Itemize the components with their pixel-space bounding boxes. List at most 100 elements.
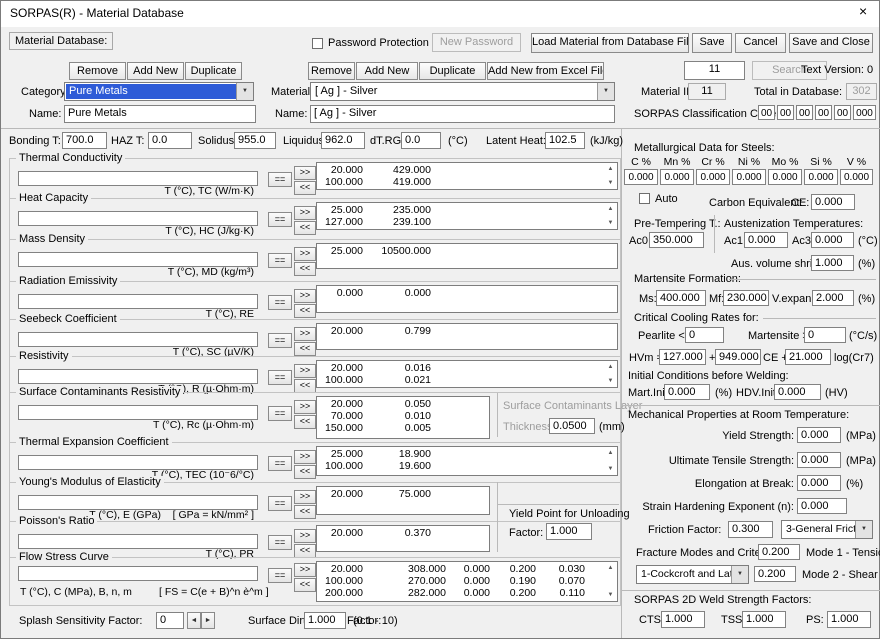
- scroll-up-icon[interactable]: ▲: [605, 164, 616, 174]
- property-list[interactable]: 20.0000.799: [316, 323, 618, 350]
- martensite-rate-input[interactable]: 0: [804, 327, 846, 343]
- close-icon[interactable]: ×: [859, 5, 867, 18]
- yield-strength-input[interactable]: 0.000: [797, 427, 841, 443]
- steel-element-input[interactable]: 0.000: [768, 169, 802, 185]
- cts-input[interactable]: 1.000: [661, 611, 705, 628]
- property-input[interactable]: [18, 566, 258, 581]
- haz-t-input[interactable]: 0.0: [148, 132, 192, 149]
- scroll-up-icon[interactable]: ▲: [605, 448, 616, 458]
- copy-back-button[interactable]: <<: [294, 415, 316, 429]
- equalize-button[interactable]: ==: [268, 496, 292, 511]
- cancel-button[interactable]: Cancel: [735, 33, 786, 53]
- hdv-init-input[interactable]: 0.000: [774, 384, 821, 400]
- property-input[interactable]: [18, 171, 258, 186]
- classification-code-input[interactable]: 00: [834, 105, 851, 120]
- property-list[interactable]: 25.00018.900100.00019.600▲▼: [316, 446, 618, 476]
- classification-code-input[interactable]: 000: [853, 105, 876, 120]
- dt-rg-input[interactable]: 0.0: [401, 132, 441, 149]
- classification-code-input[interactable]: 00: [777, 105, 794, 120]
- equalize-button[interactable]: ==: [268, 212, 292, 227]
- category-dropdown[interactable]: Pure Metals ▼: [64, 82, 254, 101]
- copy-forward-button[interactable]: >>: [294, 166, 316, 180]
- thickness-input[interactable]: 0.0500: [549, 418, 595, 434]
- shrink-input[interactable]: 1.000: [811, 255, 854, 271]
- steel-element-input[interactable]: 0.000: [660, 169, 694, 185]
- friction-mode-dropdown[interactable]: 3-General Friction Mode ▼: [781, 520, 873, 539]
- tss-input[interactable]: 1.000: [742, 611, 786, 628]
- material-id-search-input[interactable]: 11: [684, 61, 745, 80]
- property-list[interactable]: 20.000429.000100.000419.000▲▼: [316, 162, 618, 190]
- property-list[interactable]: 20.000308.0000.0000.2000.030100.000270.0…: [316, 561, 618, 602]
- hvm-c-input[interactable]: 21.000: [785, 349, 831, 365]
- load-material-button[interactable]: Load Material from Database File: [531, 33, 689, 53]
- copy-forward-button[interactable]: >>: [294, 327, 316, 341]
- property-input[interactable]: [18, 211, 258, 226]
- material-add-from-excel-button[interactable]: Add New from Excel File: [487, 62, 604, 80]
- solidus-input[interactable]: 955.0: [234, 132, 276, 149]
- scroll-down-icon[interactable]: ▼: [605, 590, 616, 600]
- scroll-down-icon[interactable]: ▼: [605, 464, 616, 474]
- copy-forward-button[interactable]: >>: [294, 289, 316, 303]
- chevron-down-icon[interactable]: ▼: [855, 521, 872, 538]
- equalize-button[interactable]: ==: [268, 535, 292, 550]
- equalize-button[interactable]: ==: [268, 406, 292, 421]
- property-list[interactable]: 0.0000.000: [316, 285, 618, 313]
- property-input[interactable]: [18, 495, 258, 510]
- copy-back-button[interactable]: <<: [294, 181, 316, 195]
- classification-code-input[interactable]: 00: [758, 105, 775, 120]
- copy-back-button[interactable]: <<: [294, 304, 316, 318]
- spin-right-icon[interactable]: ►: [201, 612, 215, 629]
- ac0-input[interactable]: 350.000: [649, 232, 704, 248]
- save-and-close-button[interactable]: Save and Close: [789, 33, 873, 53]
- mode2-input[interactable]: 0.200: [754, 566, 796, 582]
- property-input[interactable]: [18, 405, 258, 420]
- pearlite-input[interactable]: 0: [685, 327, 724, 343]
- chevron-down-icon[interactable]: ▼: [236, 83, 253, 100]
- material-duplicate-button[interactable]: Duplicate: [419, 62, 486, 80]
- category-name-input[interactable]: Pure Metals: [64, 105, 256, 123]
- spin-left-icon[interactable]: ◄: [187, 612, 201, 629]
- ac1-input[interactable]: 0.000: [744, 232, 788, 248]
- material-remove-button[interactable]: Remove: [308, 62, 355, 80]
- property-list[interactable]: 20.00075.000: [316, 486, 490, 515]
- copy-back-button[interactable]: <<: [294, 505, 316, 519]
- property-list[interactable]: 20.0000.370: [316, 525, 490, 552]
- copy-back-button[interactable]: <<: [294, 379, 316, 393]
- latent-heat-input[interactable]: 102.5: [545, 132, 585, 149]
- steel-element-input[interactable]: 0.000: [696, 169, 730, 185]
- copy-forward-button[interactable]: >>: [294, 529, 316, 543]
- auto-checkbox[interactable]: [639, 193, 650, 204]
- material-dropdown[interactable]: [ Ag ] - Silver ▼: [310, 82, 615, 101]
- vexpan-input[interactable]: 2.000: [812, 290, 854, 306]
- ms-input[interactable]: 400.000: [656, 290, 706, 306]
- splash-sensitivity-input[interactable]: 0: [156, 612, 184, 629]
- copy-back-button[interactable]: <<: [294, 221, 316, 235]
- property-input[interactable]: [18, 294, 258, 309]
- fracture-model-dropdown[interactable]: 1-Cockcroft and Lathan ▼: [636, 565, 749, 584]
- equalize-button[interactable]: ==: [268, 370, 292, 385]
- strain-exponent-input[interactable]: 0.000: [797, 498, 847, 514]
- liquidus-input[interactable]: 962.0: [321, 132, 365, 149]
- chevron-down-icon[interactable]: ▼: [731, 566, 748, 583]
- scroll-up-icon[interactable]: ▲: [605, 204, 616, 214]
- ps-input[interactable]: 1.000: [827, 611, 871, 628]
- property-input[interactable]: [18, 369, 258, 384]
- copy-back-button[interactable]: <<: [294, 262, 316, 276]
- steel-element-input[interactable]: 0.000: [840, 169, 873, 185]
- property-input[interactable]: [18, 534, 258, 549]
- mart-init-input[interactable]: 0.000: [664, 384, 710, 400]
- property-list[interactable]: 25.00010500.000: [316, 243, 618, 269]
- uts-input[interactable]: 0.000: [797, 452, 841, 468]
- friction-factor-input[interactable]: 0.300: [728, 521, 773, 538]
- property-input[interactable]: [18, 252, 258, 267]
- property-input[interactable]: [18, 455, 258, 470]
- scroll-down-icon[interactable]: ▼: [605, 218, 616, 228]
- copy-back-button[interactable]: <<: [294, 544, 316, 558]
- hvm-a-input[interactable]: 127.000: [659, 349, 706, 365]
- save-button[interactable]: Save: [692, 33, 732, 53]
- scroll-down-icon[interactable]: ▼: [605, 178, 616, 188]
- scroll-up-icon[interactable]: ▲: [605, 362, 616, 372]
- password-protection-checkbox[interactable]: [312, 38, 323, 49]
- equalize-button[interactable]: ==: [268, 253, 292, 268]
- copy-forward-button[interactable]: >>: [294, 563, 316, 577]
